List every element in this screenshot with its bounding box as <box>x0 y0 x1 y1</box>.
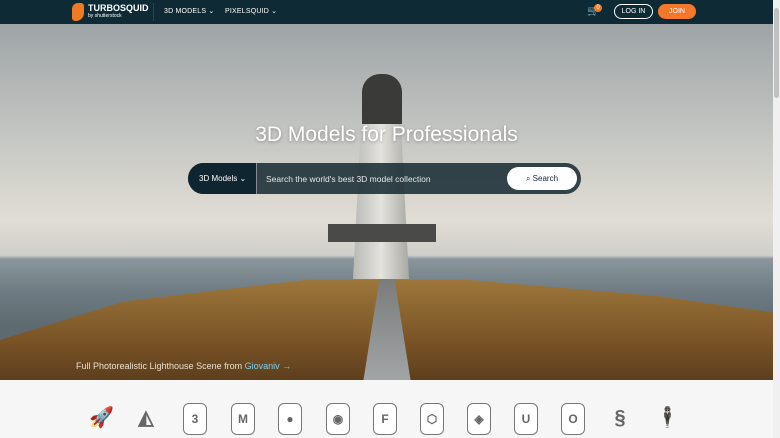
search-button[interactable]: ⌕ Search <box>507 167 577 190</box>
login-button[interactable]: LOG IN <box>614 4 653 19</box>
shapes-icon[interactable]: ◭ <box>134 403 158 435</box>
cart-count-badge: 0 <box>594 4 602 12</box>
search-bar: 3D Models ⌄ ⌕ Search <box>188 163 581 194</box>
cinema4d-icon[interactable]: ● <box>278 403 302 435</box>
lighthouse-gallery <box>328 224 436 242</box>
top-navbar: TURBOSQUID by shutterstock 3D MODELS ⌄ PI… <box>0 0 773 24</box>
brand-name: TURBOSQUID <box>88 3 149 13</box>
hero-title: 3D Models for Professionals <box>255 123 518 146</box>
divider <box>153 3 154 21</box>
unreal-icon[interactable]: U <box>514 403 538 435</box>
author-link[interactable]: Giovaniv <box>245 361 280 371</box>
3ds-max-icon[interactable]: 3 <box>183 403 207 435</box>
image-credit: Full Photorealistic Lighthouse Scene fro… <box>76 361 292 371</box>
hero-banner: 3D Models for Professionals 3D Models ⌄ … <box>0 24 773 380</box>
rigged-human-icon[interactable]: 🕴 <box>655 403 680 435</box>
nav-pixelsquid[interactable]: PIXELSQUID ⌄ <box>225 7 277 15</box>
obj-icon[interactable]: ⬡ <box>420 403 444 435</box>
rocket-icon[interactable]: 🚀 <box>89 403 114 435</box>
turbosquid-logo[interactable]: TURBOSQUID by shutterstock <box>72 3 149 21</box>
unity-icon[interactable]: ◈ <box>467 403 491 435</box>
brand-sub: by shutterstock <box>88 13 122 19</box>
nav-3d-models[interactable]: 3D MODELS ⌄ <box>164 7 214 15</box>
format-icons-row: 🚀 ◭ 3 M ● ◉ F ⬡ ◈ U O § 🕴 <box>0 380 773 438</box>
maya-icon[interactable]: M <box>231 403 255 435</box>
fbx-icon[interactable]: F <box>373 403 397 435</box>
squid-logo-icon <box>72 3 84 21</box>
blender-icon[interactable]: ◉ <box>326 403 350 435</box>
other-format-icon[interactable]: O <box>561 403 585 435</box>
join-button[interactable]: JOIN <box>658 4 696 19</box>
category-dropdown[interactable]: 3D Models ⌄ <box>188 163 257 194</box>
arrow-right-icon: → <box>282 361 292 371</box>
lighthouse-lantern <box>362 74 402 124</box>
search-icon: ⌕ <box>525 174 531 183</box>
search-input[interactable] <box>257 173 507 184</box>
seahorse-icon[interactable]: § <box>608 403 632 435</box>
scrollbar[interactable] <box>773 0 780 438</box>
